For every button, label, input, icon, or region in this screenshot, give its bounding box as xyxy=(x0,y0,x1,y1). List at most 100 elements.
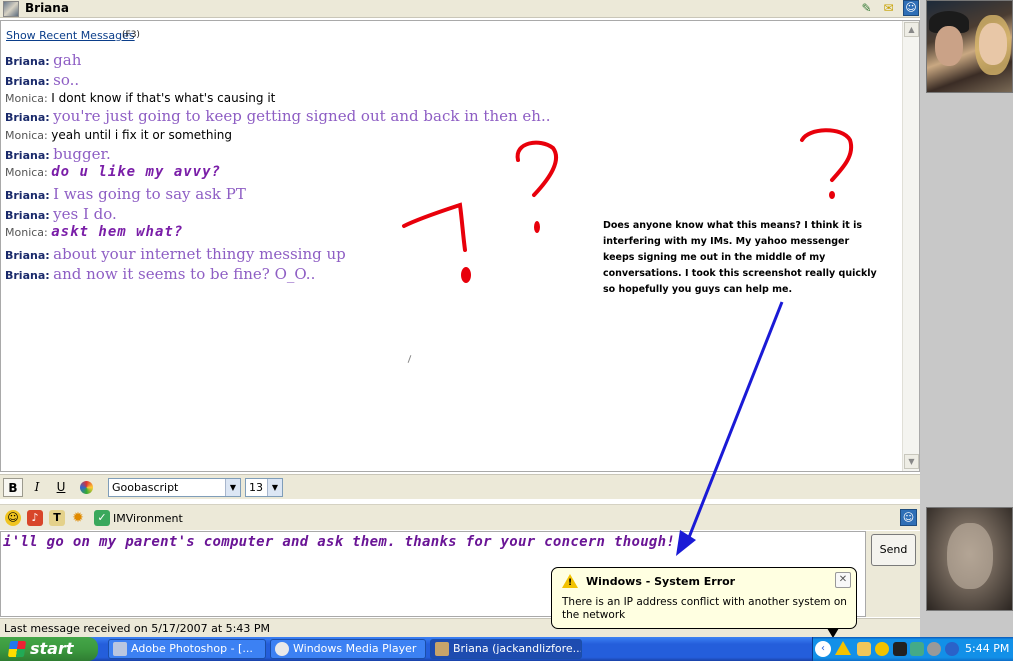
annotation-note: Does anyone know what this means? I thin… xyxy=(603,220,877,295)
clock: 5:44 PM xyxy=(965,642,1010,655)
message-text: about your internet thingy messing up xyxy=(53,245,346,263)
scroll-up-icon[interactable]: ▲ xyxy=(904,22,919,37)
message-text: yes I do. xyxy=(53,205,117,223)
help-icon[interactable] xyxy=(945,642,959,656)
system-error-balloon[interactable]: ! Windows - System Error ✕ There is an I… xyxy=(551,567,857,629)
format-toolbar: B I U Goobascript ▼ 13 ▼ xyxy=(0,474,920,499)
status-text: Last message received on 5/17/2007 at 5:… xyxy=(4,622,270,635)
bold-button[interactable]: B xyxy=(3,478,23,497)
start-button[interactable]: start xyxy=(0,637,98,661)
message-sender: Briana: xyxy=(5,149,50,162)
chevron-down-icon[interactable]: ▼ xyxy=(225,479,240,496)
message-row: Briana: bugger. xyxy=(5,145,111,163)
underline-button[interactable]: U xyxy=(51,478,71,497)
text-style-icon[interactable]: T xyxy=(49,510,65,526)
taskbar-item-label: Windows Media Player xyxy=(293,642,417,655)
send-panel: Send xyxy=(866,531,920,617)
message-sender: Briana: xyxy=(5,209,50,222)
windows-logo-icon xyxy=(7,641,27,657)
message-sender: Briana: xyxy=(5,55,50,68)
message-row: Briana: I was going to say ask PT xyxy=(5,185,246,203)
taskbar-item-messenger[interactable]: Briana (jackandlizfore... xyxy=(430,639,582,659)
font-select[interactable]: Goobascript ▼ xyxy=(108,478,241,497)
taskbar-item-label: Adobe Photoshop - [... xyxy=(131,642,253,655)
message-sender: Briana: xyxy=(5,269,50,282)
taskbar-item-media-player[interactable]: Windows Media Player xyxy=(270,639,426,659)
message-row: Briana: and now it seems to be fine? O_O… xyxy=(5,265,315,283)
app-k-icon[interactable] xyxy=(893,642,907,656)
message-sender: Monica: xyxy=(5,226,48,239)
sun-icon[interactable]: ✹ xyxy=(70,510,86,526)
buddy-info-icon[interactable]: ☺ xyxy=(903,0,919,16)
imvironment-label[interactable]: IMVironment xyxy=(113,512,183,525)
close-icon[interactable]: ✕ xyxy=(835,572,851,588)
message-text: I was going to say ask PT xyxy=(53,185,246,203)
imvironment-icon[interactable]: ✓ xyxy=(94,510,110,526)
envelope-icon[interactable]: ✉ xyxy=(880,0,897,16)
buddy-avatar-image xyxy=(926,0,1013,93)
font-select-value: Goobascript xyxy=(112,481,179,494)
message-sender: Monica: xyxy=(5,129,48,142)
text-cursor xyxy=(407,355,412,363)
message-text: you're just going to keep getting signed… xyxy=(53,107,551,125)
feather-icon xyxy=(113,642,127,656)
system-tray: ‹ 5:44 PM xyxy=(812,637,1013,661)
message-sender: Briana: xyxy=(5,75,50,88)
palette-icon xyxy=(79,481,93,494)
history-scrollbar[interactable]: ▲ ▼ xyxy=(902,21,919,471)
message-text: bugger. xyxy=(53,145,111,163)
message-sender: Briana: xyxy=(5,249,50,262)
window-title: Briana xyxy=(25,1,69,15)
window-titlebar: Briana ✎ ✉ ☺ xyxy=(0,0,920,18)
message-input-text[interactable]: i'll go on my parent's computer and ask … xyxy=(3,534,675,550)
warning-icon[interactable] xyxy=(835,641,851,655)
message-sender: Briana: xyxy=(5,111,50,124)
network-icon[interactable] xyxy=(910,642,924,656)
volume-icon[interactable] xyxy=(927,642,941,656)
mail-icon[interactable] xyxy=(857,642,871,656)
message-row: Briana: gah xyxy=(5,51,81,69)
message-row: Briana: you're just going to keep gettin… xyxy=(5,107,551,125)
message-sender: Briana: xyxy=(5,189,50,202)
messenger-icon[interactable] xyxy=(875,642,889,656)
smiley-icon[interactable]: ☺ xyxy=(5,510,21,526)
italic-button[interactable]: I xyxy=(27,478,47,497)
message-row: Monica: yeah until i fix it or something xyxy=(5,128,232,142)
message-text: yeah until i fix it or something xyxy=(51,128,233,142)
message-sender: Monica: xyxy=(5,92,48,105)
extras-toolbar: ☺ ♪ T ✹ ✓ IMVironment ☺ xyxy=(0,504,920,530)
scroll-down-icon[interactable]: ▼ xyxy=(904,454,919,469)
taskbar-item-photoshop[interactable]: Adobe Photoshop - [... xyxy=(108,639,266,659)
taskbar-item-label: Briana (jackandlizfore... xyxy=(453,642,582,655)
media-player-icon xyxy=(275,642,289,656)
font-size-value: 13 xyxy=(249,481,263,494)
message-row: Briana: so.. xyxy=(5,71,79,89)
audibles-icon[interactable]: ♪ xyxy=(27,510,43,526)
font-size-select[interactable]: 13 ▼ xyxy=(245,478,283,497)
chevron-left-icon[interactable]: ‹ xyxy=(815,641,831,657)
buddy-avatar-icon xyxy=(3,1,19,17)
balloon-title: Windows - System Error xyxy=(586,575,736,588)
message-text: I dont know if that's what's causing it xyxy=(51,91,276,105)
balloon-message: There is an IP address conflict with ano… xyxy=(562,596,847,621)
chevron-down-icon[interactable]: ▼ xyxy=(267,479,282,496)
warning-icon-mark: ! xyxy=(568,578,573,588)
show-recent-messages-link[interactable]: Show Recent Messages xyxy=(6,29,135,42)
show-recent-shortcut: (F3) xyxy=(122,30,140,40)
message-row: Briana: about your internet thingy messi… xyxy=(5,245,346,263)
text-color-button[interactable] xyxy=(76,478,96,497)
my-avatar-image xyxy=(926,507,1013,611)
message-text: askt hem what? xyxy=(51,224,184,240)
taskbar: start Adobe Photoshop - [... Windows Med… xyxy=(0,637,1013,661)
message-row: Monica: do u like my avvy? xyxy=(5,164,221,180)
message-row: Briana: yes I do. xyxy=(5,205,117,223)
send-button[interactable]: Send xyxy=(871,534,916,566)
message-text: and now it seems to be fine? O_O.. xyxy=(53,265,316,283)
messenger-icon xyxy=(435,642,449,656)
message-text: so.. xyxy=(53,71,80,89)
pencil-icon[interactable]: ✎ xyxy=(858,0,875,16)
message-sender: Monica: xyxy=(5,166,48,179)
my-info-icon[interactable]: ☺ xyxy=(900,509,917,526)
message-row: Monica: I dont know if that's what's cau… xyxy=(5,91,275,105)
start-label: start xyxy=(30,639,74,658)
